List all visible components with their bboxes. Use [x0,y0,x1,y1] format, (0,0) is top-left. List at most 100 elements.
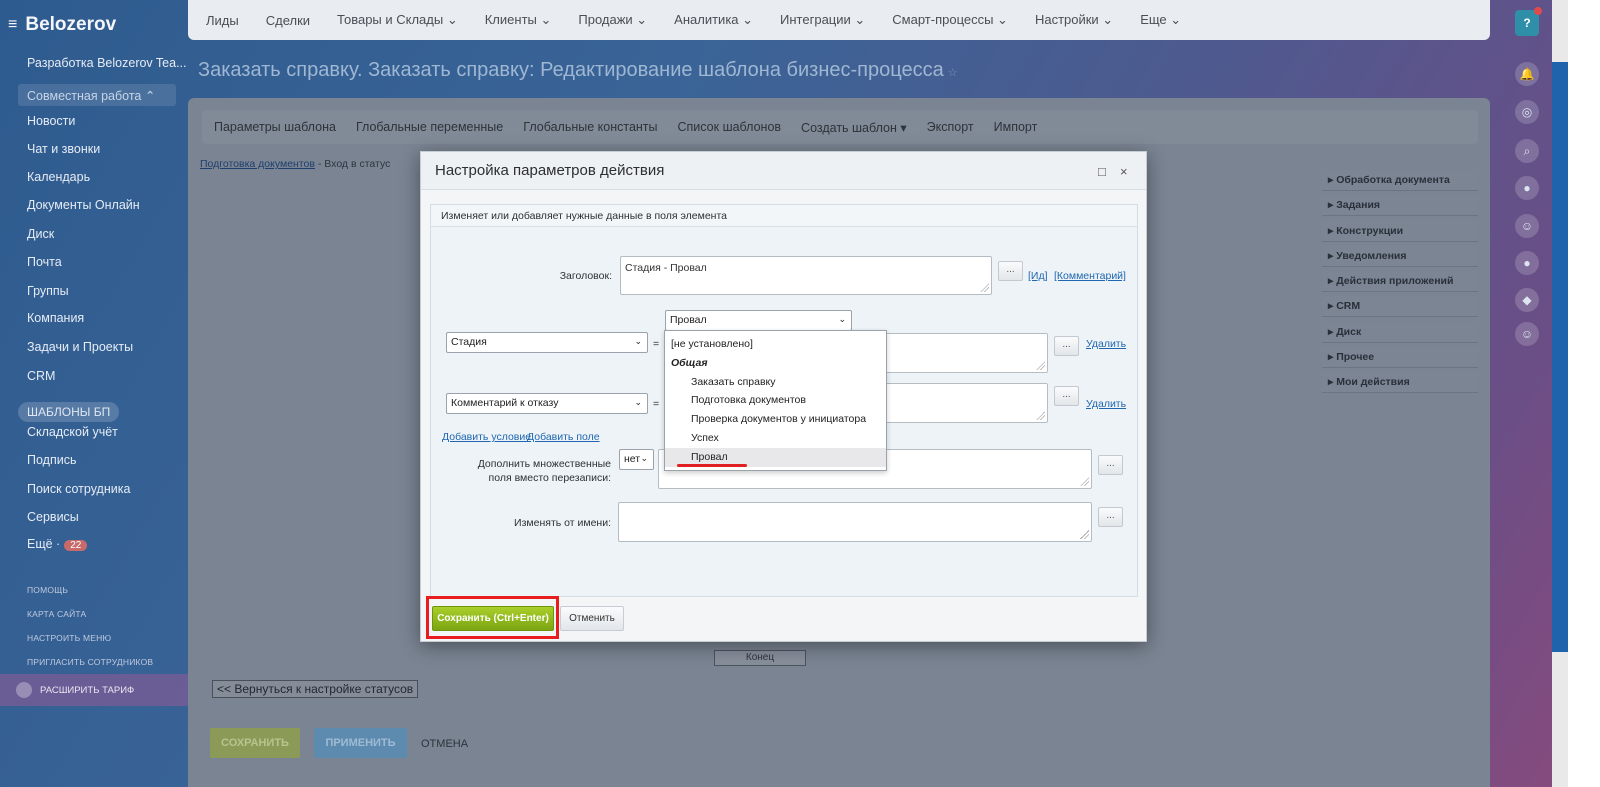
panel-other[interactable]: ▸ Прочее [1322,347,1478,369]
activities-panel: ▸ Обработка документа ▸ Задания ▸ Констр… [1322,170,1478,398]
sidebar-item-sign[interactable]: Подпись [27,453,76,467]
field-select-stage[interactable]: Стадия ⌄ [446,332,648,353]
menu-icon[interactable]: ≡ [8,16,17,34]
sidebar-item-news[interactable]: Новости [27,114,75,128]
sidebar-item-mail[interactable]: Почта [27,255,62,269]
panel-notifications[interactable]: ▸ Уведомления [1322,245,1478,267]
back-to-statuses-button[interactable]: << Вернуться к настройке статусов [212,680,419,698]
scrollbar-thumb[interactable] [1552,62,1568,652]
configure-menu-link[interactable]: НАСТРОИТЬ МЕНЮ [27,633,111,643]
dropdown-option[interactable]: Подготовка документов [665,391,886,410]
toolbar-export[interactable]: Экспорт [927,120,974,134]
dropdown-option[interactable]: Проверка документов у инициатора [665,410,886,429]
panel-crm[interactable]: ▸ CRM [1322,296,1478,318]
panel-doc-processing[interactable]: ▸ Обработка документа [1322,170,1478,191]
avatar[interactable]: ☺ [1515,322,1539,346]
sidebar-item-groups[interactable]: Группы [27,284,69,298]
add-field-link[interactable]: Добавить поле [527,431,600,443]
panel-app-actions[interactable]: ▸ Действия приложений [1322,271,1478,293]
breadcrumb: Подготовка документов - Вход в статус [200,158,390,170]
sidebar-item-calendar[interactable]: Календарь [27,170,90,184]
panel-my-actions[interactable]: ▸ Мои действия [1322,372,1478,394]
reject-dots-button[interactable]: ... [1054,386,1079,406]
right-rail: ? 🔔 ◎ ⌕ ● ☺ ● ◆ ☺ [1505,0,1549,787]
panel-constructs[interactable]: ▸ Конструкции [1322,220,1478,242]
sidebar-section-collab[interactable]: Совместная работа ⌃ [18,84,176,106]
toolbar-template-list[interactable]: Список шаблонов [678,120,782,134]
sidebar-item-docs[interactable]: Документы Онлайн [27,198,140,212]
nav-deals[interactable]: Сделки [266,13,310,28]
page-apply-button[interactable]: ПРИМЕНИТЬ [314,728,407,758]
end-block[interactable]: Конец [714,650,806,666]
title-field[interactable]: Стадия - Провал [620,256,992,295]
nav-integrations[interactable]: Интеграции ⌄ [780,12,865,28]
globe-icon[interactable]: ◎ [1515,100,1539,124]
nav-smart-processes[interactable]: Смарт-процессы ⌄ [892,12,1008,28]
favorite-star-icon[interactable]: ☆ [948,67,958,79]
logo[interactable]: ≡ Belozerov [8,14,116,36]
as-user-label: Изменять от имени: [514,517,611,529]
panel-disk[interactable]: ▸ Диск [1322,321,1478,343]
avatar[interactable]: ● [1515,251,1539,275]
page-save-button[interactable]: СОХРАНИТЬ [210,728,300,758]
nav-leads[interactable]: Лиды [206,13,239,28]
title-dots-button[interactable]: ... [998,261,1023,281]
comment-link[interactable]: [Комментарий] [1054,270,1126,282]
sidebar-item-employee-search[interactable]: Поиск сотрудника [27,482,130,496]
nav-products[interactable]: Товары и Склады ⌄ [337,12,458,28]
stage-value-field[interactable] [862,333,1048,373]
dialog-cancel-button[interactable]: Отменить [560,606,624,631]
as-user-field[interactable] [618,502,1092,542]
sidebar-item-company[interactable]: Компания [27,311,84,325]
sidebar-item-services[interactable]: Сервисы [27,510,79,524]
toolbar-create-template[interactable]: Создать шаблон ▾ [801,120,907,135]
append-multiple-select[interactable]: нет ⌄ [619,449,654,470]
bell-icon[interactable]: 🔔 [1515,62,1539,86]
nav-clients[interactable]: Клиенты ⌄ [485,12,552,28]
toolbar-global-vars[interactable]: Глобальные переменные [356,120,503,134]
help-icon[interactable]: ? [1515,7,1542,36]
delete-stage-link[interactable]: Удалить [1086,338,1126,350]
avatar[interactable]: ☺ [1515,214,1539,238]
dropdown-option[interactable]: Заказать справку [665,373,886,392]
group-chat-icon[interactable]: ◆ [1515,288,1539,312]
toolbar-global-consts[interactable]: Глобальные константы [523,120,657,134]
reject-comment-field[interactable] [862,383,1048,423]
invite-link[interactable]: ПРИГЛАСИТЬ СОТРУДНИКОВ [27,657,153,667]
id-link[interactable]: [Ид] [1028,270,1048,282]
nav-analytics[interactable]: Аналитика ⌄ [674,12,753,28]
as-user-dots-button[interactable]: ... [1098,507,1123,527]
maximize-icon[interactable]: □ [1098,164,1106,179]
stage-dots-button[interactable]: ... [1054,336,1079,356]
dropdown-option-not-set[interactable]: [не установлено] [665,335,886,354]
stage-value-select[interactable]: Провал ⌄ [665,310,852,331]
nav-sales[interactable]: Продажи ⌄ [578,12,647,28]
sidebar-item-bp-templates[interactable]: ШАБЛОНЫ БП [18,402,120,422]
sidebar-item-more[interactable]: Ещё · 22 [27,537,88,551]
page-title: Заказать справку. Заказать справку: Реда… [198,59,958,82]
sidebar-item-tasks[interactable]: Задачи и Проекты [27,340,133,354]
sitemap-link[interactable]: КАРТА САЙТА [27,609,86,619]
breadcrumb-link[interactable]: Подготовка документов [200,158,315,170]
nav-more[interactable]: Еще ⌄ [1140,12,1181,28]
upgrade-tariff-button[interactable]: РАСШИРИТЬ ТАРИФ [0,674,188,706]
panel-tasks[interactable]: ▸ Задания [1322,195,1478,217]
append-dots-button[interactable]: ... [1098,455,1123,475]
toolbar-template-params[interactable]: Параметры шаблона [214,120,336,134]
search-icon[interactable]: ⌕ [1515,139,1539,163]
add-condition-link[interactable]: Добавить условие [442,431,531,443]
nav-settings[interactable]: Настройки ⌄ [1035,12,1113,28]
field-select-reject-comment[interactable]: Комментарий к отказу ⌄ [446,393,648,414]
page-cancel-link[interactable]: ОТМЕНА [421,738,468,750]
close-icon[interactable]: × [1120,164,1128,179]
sidebar-item-crm[interactable]: CRM [27,369,55,383]
sidebar-item-workspace[interactable]: Разработка Belozerov Tea... [27,56,187,70]
dropdown-option[interactable]: Успех [665,429,886,448]
delete-reject-link[interactable]: Удалить [1086,398,1126,410]
sidebar-item-chat[interactable]: Чат и звонки [27,142,100,156]
help-link[interactable]: ПОМОЩЬ [27,585,68,595]
contacts-icon[interactable]: ● [1515,176,1539,200]
sidebar-item-disk[interactable]: Диск [27,227,54,241]
sidebar-item-warehouse[interactable]: Складской учёт [27,425,118,439]
toolbar-import[interactable]: Импорт [994,120,1038,134]
